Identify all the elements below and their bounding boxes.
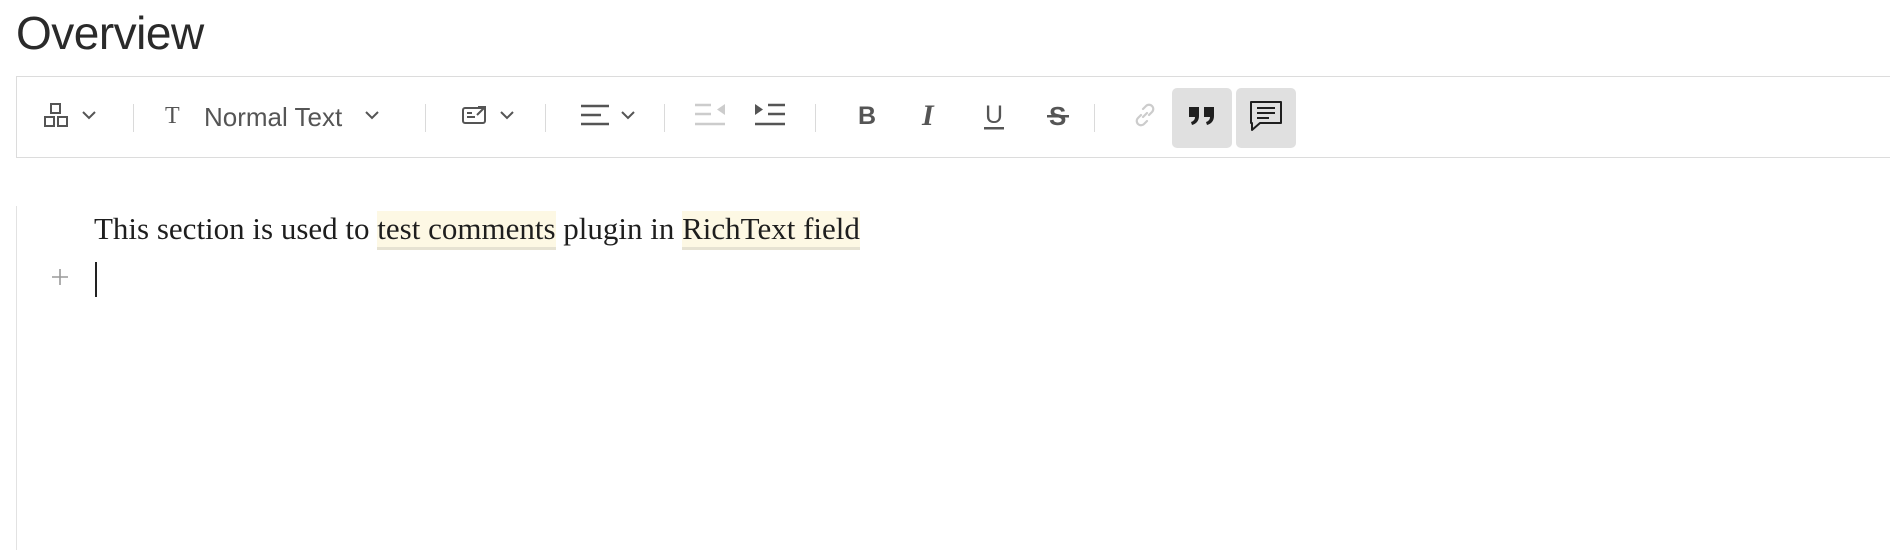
toolbar-divider bbox=[133, 104, 134, 132]
outdent-button[interactable] bbox=[687, 77, 733, 157]
chevron-down-icon bbox=[364, 108, 380, 126]
comment-icon bbox=[1249, 100, 1283, 137]
add-block-icon[interactable] bbox=[47, 264, 73, 290]
svg-text:T: T bbox=[165, 103, 180, 127]
underline-button[interactable]: U bbox=[971, 77, 1017, 157]
blockquote-button[interactable] bbox=[1172, 88, 1232, 148]
toolbar-divider bbox=[425, 104, 426, 132]
text-style-dropdown[interactable]: T Normal Text bbox=[163, 77, 423, 157]
chevron-down-icon bbox=[620, 108, 636, 126]
insert-block-dropdown[interactable] bbox=[37, 77, 103, 157]
page-title: Overview bbox=[16, 7, 204, 59]
svg-text:U: U bbox=[985, 101, 1003, 129]
embed-dropdown[interactable] bbox=[455, 77, 521, 157]
italic-button[interactable]: I bbox=[907, 77, 953, 157]
paragraph-text: This section is used to bbox=[94, 211, 378, 246]
strikethrough-button[interactable]: S bbox=[1035, 77, 1081, 157]
toolbar-divider bbox=[1094, 104, 1095, 132]
richtext-editor[interactable]: This section is used to test comments pl… bbox=[16, 206, 1890, 550]
italic-icon: I bbox=[919, 99, 941, 134]
svg-text:B: B bbox=[858, 102, 876, 128]
link-button[interactable] bbox=[1123, 77, 1167, 157]
embed-icon bbox=[461, 103, 489, 132]
align-dropdown[interactable] bbox=[573, 77, 643, 157]
quote-icon bbox=[1187, 104, 1217, 133]
text-type-icon: T bbox=[163, 103, 185, 132]
svg-text:I: I bbox=[921, 101, 935, 129]
paragraph-text: plugin in bbox=[555, 211, 683, 246]
align-left-icon bbox=[580, 102, 610, 133]
comment-highlight[interactable]: RichText field bbox=[682, 211, 860, 250]
link-icon bbox=[1132, 102, 1158, 133]
blocks-icon bbox=[43, 102, 69, 133]
indent-button[interactable] bbox=[745, 77, 795, 157]
indent-icon bbox=[754, 102, 786, 133]
text-style-label: Normal Text bbox=[204, 101, 343, 132]
editor-toolbar: T Normal Text B I U bbox=[16, 76, 1890, 158]
bold-icon: B bbox=[855, 102, 877, 133]
chevron-down-icon bbox=[81, 108, 97, 126]
toolbar-divider bbox=[545, 104, 546, 132]
comment-highlight[interactable]: test comments bbox=[377, 211, 556, 250]
text-cursor bbox=[95, 262, 97, 297]
outdent-icon bbox=[694, 102, 726, 133]
bold-button[interactable]: B bbox=[843, 77, 889, 157]
strikethrough-icon: S bbox=[1046, 101, 1070, 134]
underline-icon: U bbox=[982, 100, 1006, 135]
toolbar-divider bbox=[815, 104, 816, 132]
editor-paragraph[interactable]: This section is used to test comments pl… bbox=[94, 211, 860, 250]
chevron-down-icon bbox=[499, 108, 515, 126]
add-comment-button[interactable] bbox=[1236, 88, 1296, 148]
toolbar-divider bbox=[664, 104, 665, 132]
